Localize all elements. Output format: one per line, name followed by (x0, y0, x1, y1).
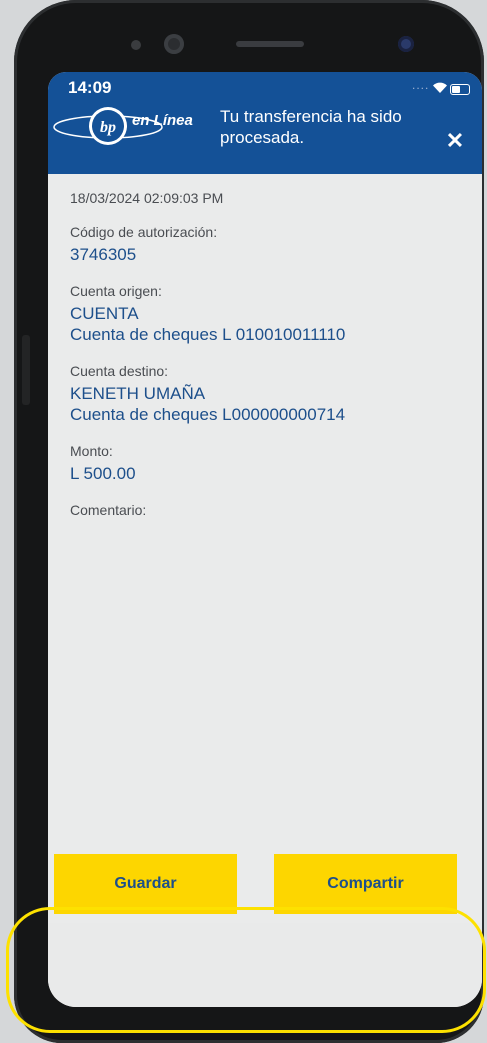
destination-account-label: Cuenta destino: (70, 363, 169, 379)
destination-account-name: KENETH UMAÑA (70, 384, 206, 403)
save-button[interactable]: Guardar (54, 854, 237, 914)
origin-account-number: Cuenta de cheques L 010010011110 (70, 325, 346, 344)
header-bar: 14:09 .... bp en Línea Tu transferencia … (48, 72, 482, 174)
signal-dots: .... (412, 78, 430, 92)
auth-code-value: 3746305 (70, 245, 137, 264)
wifi-icon (433, 82, 447, 93)
logo-text: en Línea (132, 112, 193, 129)
front-sensor (164, 34, 184, 54)
transaction-datetime: 18/03/2024 02:09:03 PM (70, 190, 224, 206)
auth-code-label: Código de autorización: (70, 224, 218, 240)
close-icon[interactable]: ✕ (444, 130, 466, 152)
side-button (22, 335, 30, 405)
earpiece-speaker (236, 41, 304, 47)
amount-value: L 500.00 (70, 464, 136, 483)
battery-icon (450, 84, 470, 95)
comment-label: Comentario: (70, 502, 147, 518)
highlight-annotation (6, 907, 486, 1033)
confirmation-message: Tu transferencia ha sido procesada. (220, 107, 402, 147)
amount-label: Monto: (70, 443, 113, 459)
origin-account-name: CUENTA (70, 304, 139, 323)
share-button[interactable]: Compartir (274, 854, 457, 914)
destination-account-number: Cuenta de cheques L000000000714 (70, 405, 346, 424)
svg-text:bp: bp (100, 119, 116, 136)
proximity-sensor (131, 40, 141, 50)
front-camera-icon (398, 36, 414, 52)
transfer-details: 18/03/2024 02:09:03 PM Código de autoriz… (70, 190, 470, 518)
status-time: 14:09 (68, 78, 112, 97)
origin-account-label: Cuenta origen: (70, 283, 162, 299)
